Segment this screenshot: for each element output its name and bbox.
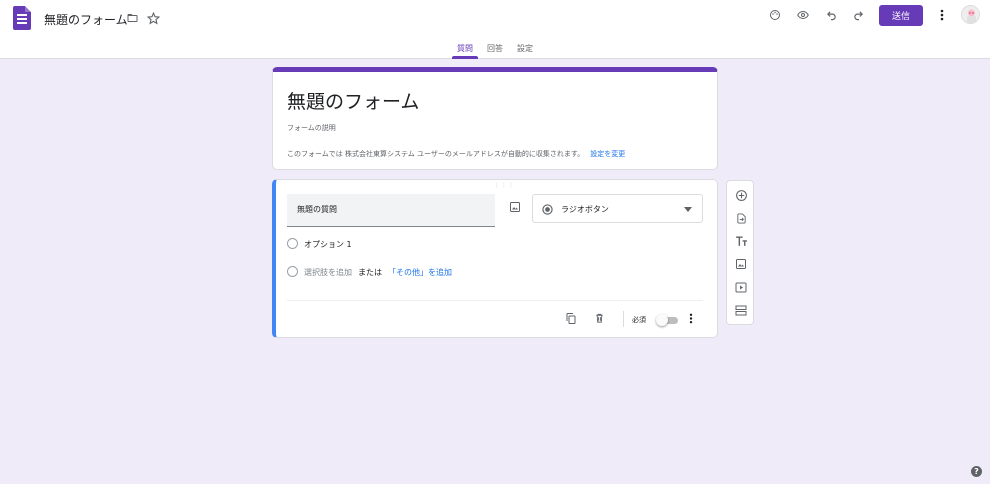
add-video-icon[interactable] xyxy=(734,280,748,294)
redo-icon[interactable] xyxy=(851,8,865,22)
more-vert-icon[interactable] xyxy=(686,312,696,324)
copy-icon[interactable] xyxy=(564,311,578,325)
add-option-radio xyxy=(287,266,298,277)
drag-handle-icon[interactable]: ⋮⋮⋮ xyxy=(494,182,515,189)
undo-icon[interactable] xyxy=(824,8,838,22)
palette-icon[interactable] xyxy=(768,8,782,22)
or-label: または xyxy=(358,268,382,277)
side-toolbar xyxy=(726,180,754,325)
question-type-label: ラジオボタン xyxy=(561,205,609,214)
add-image-icon[interactable] xyxy=(734,257,748,271)
footer-divider xyxy=(287,300,703,301)
image-icon[interactable] xyxy=(508,200,522,214)
tab-questions[interactable]: 質問 xyxy=(457,43,473,54)
required-toggle-knob[interactable] xyxy=(656,314,668,326)
footer-separator xyxy=(623,311,624,327)
add-option-field[interactable]: 選択肢を追加 xyxy=(304,267,352,278)
form-header-card[interactable]: 無題のフォーム フォームの説明 このフォームでは 株式会社東算システム ユーザー… xyxy=(272,67,718,170)
question-title-input[interactable]: 無題の質問 xyxy=(287,194,495,227)
active-tab-indicator xyxy=(452,56,478,59)
dropdown-arrow-icon xyxy=(684,206,692,212)
tab-bar: 質問 回答 設定 xyxy=(0,43,990,59)
change-settings-link[interactable]: 設定を変更 xyxy=(590,150,625,158)
folder-icon[interactable] xyxy=(125,11,139,25)
email-collection-text: このフォームでは 株式会社東算システム ユーザーのメールアドレスが自動的に収集さ… xyxy=(287,150,585,158)
required-label: 必須 xyxy=(632,316,646,324)
send-button[interactable]: 送信 xyxy=(879,5,923,26)
document-title[interactable]: 無題のフォーム xyxy=(44,11,128,28)
form-title[interactable]: 無題のフォーム xyxy=(287,87,419,114)
question-type-select[interactable]: ラジオボタン xyxy=(532,194,703,223)
radio-type-icon xyxy=(541,203,553,215)
more-vert-icon[interactable] xyxy=(935,8,949,22)
tab-responses[interactable]: 回答 xyxy=(487,43,503,54)
delete-icon[interactable] xyxy=(592,311,606,325)
form-description-field[interactable]: フォームの説明 xyxy=(287,123,336,133)
option-1-label[interactable]: オプション 1 xyxy=(304,239,352,250)
avatar[interactable] xyxy=(961,5,980,24)
top-bar: 無題のフォーム 送信 質問 回答 設定 xyxy=(0,0,990,59)
forms-app-icon[interactable] xyxy=(13,6,31,30)
help-icon[interactable]: ? xyxy=(971,466,982,477)
add-other-link[interactable]: 「その他」を追加 xyxy=(388,267,452,278)
option-1-radio xyxy=(287,238,298,249)
star-icon[interactable] xyxy=(146,11,160,25)
add-section-icon[interactable] xyxy=(734,303,748,317)
email-collection-note: このフォームでは 株式会社東算システム ユーザーのメールアドレスが自動的に収集さ… xyxy=(287,149,625,159)
question-card[interactable]: ⋮⋮⋮ 無題の質問 ラジオボタン オプション 1 選択肢を追加 または 「その他… xyxy=(272,179,718,338)
title-icon[interactable] xyxy=(734,234,748,248)
tab-settings[interactable]: 設定 xyxy=(517,43,533,54)
import-questions-icon[interactable] xyxy=(734,211,748,225)
preview-eye-icon[interactable] xyxy=(795,8,811,22)
add-question-icon[interactable] xyxy=(734,188,748,202)
